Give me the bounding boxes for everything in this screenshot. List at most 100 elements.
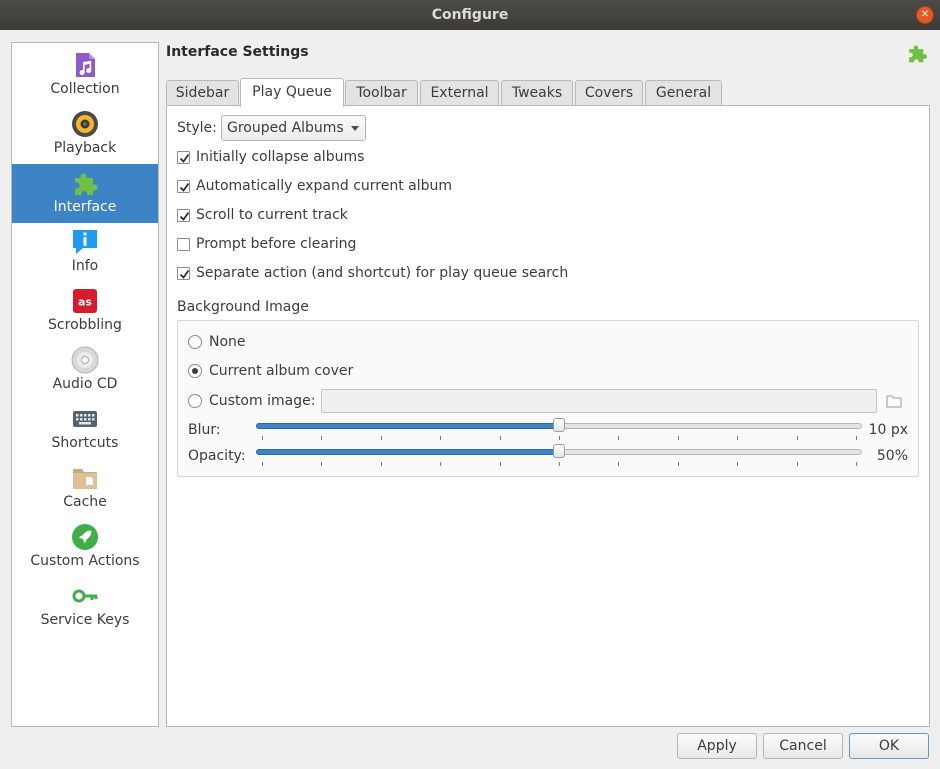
- folder-icon: [73, 469, 97, 489]
- folder-open-icon[interactable]: [886, 394, 902, 408]
- tab-external[interactable]: External: [420, 80, 499, 106]
- style-select[interactable]: Grouped Albums: [221, 115, 366, 141]
- blur-slider[interactable]: [256, 418, 862, 440]
- background-album-cover-label: Current album cover: [209, 363, 354, 379]
- checkmark-icon: [179, 153, 190, 163]
- ok-button[interactable]: OK: [849, 733, 929, 759]
- sidebar-item-custom-actions[interactable]: Custom Actions: [12, 518, 158, 577]
- slider-tick: [381, 462, 382, 466]
- slider-fill: [256, 449, 559, 455]
- slider-tick: [678, 436, 679, 440]
- svg-text:as: as: [78, 296, 92, 309]
- tab-toolbar[interactable]: Toolbar: [345, 80, 418, 106]
- sidebar-item-label: Scrobbling: [48, 317, 122, 333]
- lastfm-icon: as: [73, 289, 97, 313]
- sidebar-item-label: Shortcuts: [51, 435, 119, 451]
- speaker-icon: [72, 111, 98, 137]
- sidebar-item-interface[interactable]: Interface: [12, 164, 158, 223]
- play-queue-tab-content: Style: Grouped Albums Initially collapse…: [166, 105, 930, 727]
- slider-tick: [500, 462, 501, 466]
- checkmark-icon: [179, 182, 190, 192]
- slider-tick: [500, 436, 501, 440]
- slider-tick: [559, 462, 560, 466]
- custom-image-path-input[interactable]: [321, 389, 877, 413]
- blur-value: 10 px: [868, 422, 908, 438]
- sidebar-item-scrobbling[interactable]: as Scrobbling: [12, 282, 158, 341]
- collapse-albums-checkbox[interactable]: [177, 151, 190, 164]
- slider-tick: [262, 436, 263, 440]
- slider-tick: [559, 436, 560, 440]
- opacity-slider[interactable]: [256, 444, 862, 466]
- category-sidebar: Collection Playback Interface Info as Sc…: [11, 42, 159, 727]
- slider-tick: [678, 462, 679, 466]
- tab-tweaks[interactable]: Tweaks: [501, 80, 573, 106]
- sidebar-item-service-keys[interactable]: Service Keys: [12, 577, 158, 636]
- expand-current-album-checkbox[interactable]: [177, 180, 190, 193]
- sidebar-item-audio-cd[interactable]: Audio CD: [12, 341, 158, 400]
- sidebar-item-info[interactable]: Info: [12, 223, 158, 282]
- background-image-group: None Current album cover Custom image: B…: [177, 320, 919, 477]
- tab-general[interactable]: General: [645, 80, 722, 106]
- puzzle-icon: [75, 173, 98, 195]
- cancel-button[interactable]: Cancel: [763, 733, 843, 759]
- slider-tick: [856, 462, 857, 466]
- info-icon: [73, 230, 97, 254]
- checkmark-icon: [179, 211, 190, 221]
- prompt-before-clearing-label: Prompt before clearing: [196, 236, 357, 252]
- slider-tick: [797, 462, 798, 466]
- window-title: Configure: [431, 7, 509, 23]
- sidebar-item-label: Interface: [53, 199, 117, 215]
- background-image-heading: Background Image: [177, 299, 309, 315]
- sidebar-item-label: Audio CD: [52, 376, 118, 392]
- apply-button[interactable]: Apply: [677, 733, 757, 759]
- sidebar-item-label: Info: [71, 258, 99, 274]
- slider-tick: [440, 462, 441, 466]
- separate-search-action-label: Separate action (and shortcut) for play …: [196, 265, 569, 281]
- tab-sidebar[interactable]: Sidebar: [166, 80, 239, 106]
- slider-tick: [262, 462, 263, 466]
- background-custom-image-radio[interactable]: [188, 394, 202, 408]
- tab-play-queue[interactable]: Play Queue: [240, 78, 344, 107]
- blur-label: Blur:: [188, 422, 221, 438]
- slider-tick: [737, 436, 738, 440]
- background-none-radio[interactable]: [188, 335, 202, 349]
- style-label: Style:: [177, 120, 217, 136]
- sidebar-item-label: Custom Actions: [30, 553, 140, 569]
- opacity-label: Opacity:: [188, 448, 246, 464]
- cd-icon: [71, 346, 99, 374]
- background-none-label: None: [209, 334, 246, 350]
- style-select-value: Grouped Albums: [227, 120, 344, 136]
- slider-tick: [618, 462, 619, 466]
- slider-tick: [797, 436, 798, 440]
- sidebar-item-collection[interactable]: Collection: [12, 46, 158, 105]
- prompt-before-clearing-checkbox[interactable]: [177, 238, 190, 251]
- sidebar-item-playback[interactable]: Playback: [12, 105, 158, 164]
- rocket-icon: [72, 524, 98, 550]
- sidebar-item-label: Playback: [53, 140, 117, 156]
- separate-search-action-checkbox[interactable]: [177, 267, 190, 280]
- sidebar-item-cache[interactable]: Cache: [12, 459, 158, 518]
- music-file-icon: [76, 53, 95, 77]
- puzzle-icon: [909, 45, 927, 63]
- checkmark-icon: [179, 269, 190, 279]
- sidebar-item-shortcuts[interactable]: Shortcuts: [12, 400, 158, 459]
- background-custom-image-label: Custom image:: [209, 393, 316, 409]
- expand-current-album-label: Automatically expand current album: [196, 178, 453, 194]
- slider-tick: [440, 436, 441, 440]
- sidebar-item-label: Service Keys: [40, 612, 130, 628]
- opacity-value: 50%: [876, 448, 908, 464]
- tab-covers[interactable]: Covers: [575, 80, 643, 106]
- close-window-button[interactable]: ✕: [916, 6, 934, 24]
- background-album-cover-radio[interactable]: [188, 364, 202, 378]
- slider-handle[interactable]: [553, 418, 565, 432]
- window-titlebar: Configure ✕: [0, 0, 940, 30]
- slider-handle[interactable]: [553, 444, 565, 458]
- scroll-to-track-label: Scroll to current track: [196, 207, 348, 223]
- sidebar-item-label: Collection: [50, 81, 120, 97]
- sidebar-item-label: Cache: [63, 494, 107, 510]
- scroll-to-track-checkbox[interactable]: [177, 209, 190, 222]
- slider-tick: [618, 436, 619, 440]
- keyboard-icon: [73, 411, 97, 427]
- slider-tick: [856, 436, 857, 440]
- chevron-down-icon: [351, 126, 359, 131]
